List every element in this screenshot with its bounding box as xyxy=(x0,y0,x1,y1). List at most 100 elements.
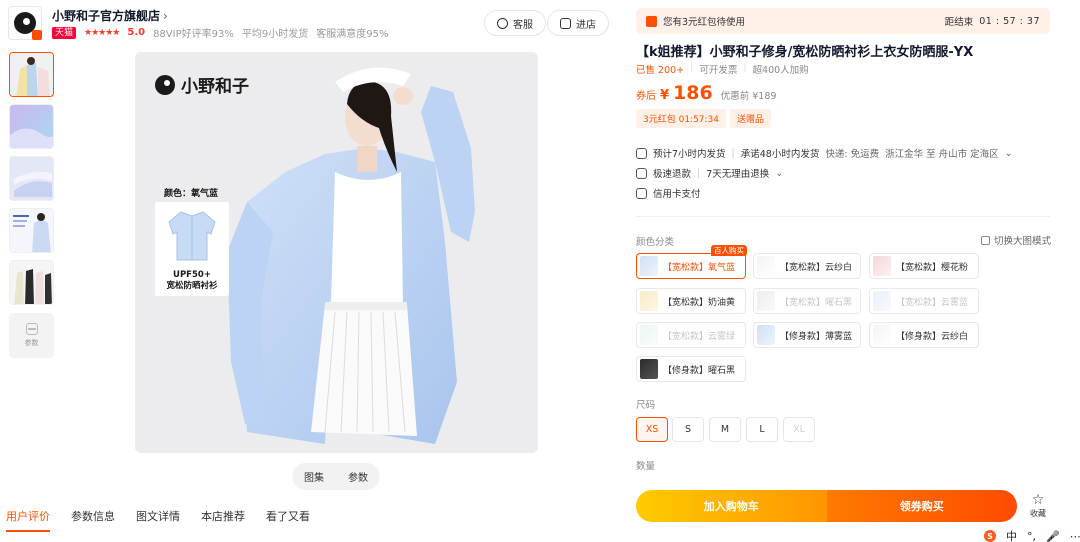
nav-also-viewed[interactable]: 看了又看 xyxy=(266,508,310,532)
nav-details[interactable]: 图文详情 xyxy=(136,508,180,532)
color-option-label: 【宽松款】樱花粉 xyxy=(896,262,969,273)
color-option-label: 【宽松款】云雾蓝 xyxy=(896,297,969,308)
favorites-count: 超400人加购 xyxy=(752,65,809,76)
buy-now-button[interactable]: 领券购买 xyxy=(826,490,1017,522)
hot-tag: 百人购买 xyxy=(711,245,747,256)
thumbnail-5-image xyxy=(10,261,53,304)
color-swatch xyxy=(757,325,775,345)
size-option[interactable]: XL xyxy=(783,417,815,442)
tab-gallery[interactable]: 图集 xyxy=(304,469,324,484)
thumbnail-5[interactable] xyxy=(9,260,54,305)
star-icon: ☆ xyxy=(1031,492,1045,508)
color-option-label: 【修身款】曜石黑 xyxy=(663,365,736,376)
size-section-label: 尺码 xyxy=(636,400,656,411)
brand-logo: 小野和子 xyxy=(155,72,249,97)
size-option[interactable]: XS xyxy=(636,417,668,442)
product-title: 【k姐推荐】小野和子修身/宽松防晒衬衫上衣女防晒服-YX xyxy=(636,45,974,60)
thumbnail-params[interactable]: 参数 xyxy=(9,313,54,358)
sold-count: 已售 200+ xyxy=(636,65,685,76)
customer-service-label: 客服 xyxy=(513,19,533,31)
color-option[interactable]: 【宽松款】奶油黄 xyxy=(636,288,746,314)
store-meta: 天猫 ★★★★★ 5.0 88VIP好评率93% 平均9小时发货 客服满意度95… xyxy=(52,25,388,40)
thumbnail-2-image xyxy=(10,105,53,148)
coupon-bar[interactable]: 您有3元红包待使用 距结束 01 : 57 : 37 xyxy=(636,8,1050,34)
chevron-down-icon: ⌄ xyxy=(1004,147,1013,159)
color-option[interactable]: 【宽松款】云纱白 xyxy=(753,253,861,279)
thumbnail-4[interactable] xyxy=(9,208,54,253)
color-option-label: 【宽松款】云雾绿 xyxy=(663,331,736,342)
thumbnail-3[interactable] xyxy=(9,156,54,201)
color-option[interactable]: 【宽松款】云雾蓝 xyxy=(869,288,979,314)
color-swatch xyxy=(873,325,891,345)
sogou-icon[interactable]: S xyxy=(984,530,996,542)
rating-stars-icon: ★★★★★ xyxy=(84,27,120,38)
gallery-mode-toggle[interactable]: 切换大图模式 xyxy=(981,233,1051,247)
color-option[interactable]: 【修身款】曜石黑 xyxy=(636,356,746,382)
thumbnail-1[interactable] xyxy=(9,52,54,97)
coupon-deadline-label: 距结束 xyxy=(944,17,974,28)
grid-icon xyxy=(981,235,990,245)
store-name-link[interactable]: 小野和子官方旗舰店 › xyxy=(52,7,168,24)
refund-icon xyxy=(636,167,647,179)
ship-estimate: 预计7小时内发货 xyxy=(653,149,726,160)
tab-params[interactable]: 参数 xyxy=(348,469,368,484)
currency-symbol: ¥ xyxy=(660,88,670,103)
main-product-image[interactable]: 小野和子 颜色：氧气蓝 UPF50+ 宽松防晒衬衫 xyxy=(135,52,538,453)
color-swatch xyxy=(873,291,891,311)
current-price: 186 xyxy=(673,82,713,104)
promo-gift[interactable]: 送赠品 xyxy=(730,109,772,128)
enter-store-button[interactable]: 进店 xyxy=(547,10,609,36)
color-option[interactable]: 【修身款】薄雾蓝 xyxy=(753,322,861,348)
color-option-label: 【修身款】薄雾蓝 xyxy=(780,331,853,342)
shipping-row[interactable]: 预计7小时内发货 | 承诺48小时内发货 快递: 免运费 浙江金华 至 舟山市 … xyxy=(636,146,1013,160)
system-tray: S 中 °, 🎤 ⋯ xyxy=(984,528,1080,542)
inset-caption-line1: UPF50+ xyxy=(173,270,211,280)
refund-divider: | xyxy=(697,167,701,179)
store-stat-satisfaction: 客服满意度95% xyxy=(316,29,389,40)
store-logo[interactable] xyxy=(8,6,42,40)
color-option[interactable]: 【宽松款】樱花粉 xyxy=(869,253,979,279)
more-icon[interactable]: ⋯ xyxy=(1070,530,1080,542)
credit-card-icon xyxy=(636,187,647,199)
customer-service-button[interactable]: 客服 xyxy=(484,10,546,36)
ime-indicator[interactable]: 中 xyxy=(1006,528,1017,542)
favorite-button[interactable]: ☆ 收藏 xyxy=(1025,493,1051,519)
thumbnail-2[interactable] xyxy=(9,104,54,149)
nav-store-recommend[interactable]: 本店推荐 xyxy=(201,508,245,532)
refund-row[interactable]: 极速退款 | 7天无理由退换 ⌄ xyxy=(636,166,783,180)
color-swatch xyxy=(757,291,775,311)
color-swatch xyxy=(757,256,775,276)
color-option[interactable]: 【宽松款】氧气蓝 百人购买 xyxy=(636,245,747,279)
size-option[interactable]: L xyxy=(746,417,778,442)
coupon-timer: 01 : 57 : 37 xyxy=(979,15,1040,27)
add-to-cart-button[interactable]: 加入购物车 xyxy=(636,490,827,522)
enter-store-label: 进店 xyxy=(576,19,596,31)
size-option[interactable]: M xyxy=(709,417,741,442)
coupon-text: 您有3元红包待使用 xyxy=(663,17,746,28)
divider xyxy=(636,216,1050,217)
store-logo-badge xyxy=(32,30,42,40)
size-option[interactable]: S xyxy=(672,417,704,442)
promo-red-packet[interactable]: 3元红包 01:57:34 xyxy=(636,109,727,128)
price-row: 券后 ¥ 186 优惠前 ¥189 xyxy=(636,82,776,104)
color-option[interactable]: 【修身款】云纱白 xyxy=(869,322,979,348)
refund-fast: 极速退款 xyxy=(653,169,692,180)
punctuation-icon[interactable]: °, xyxy=(1027,530,1036,542)
ship-route: 浙江金华 至 舟山市 定海区 xyxy=(885,149,999,160)
color-option[interactable]: 【宽松款】曜石黑 xyxy=(753,288,861,314)
store-name: 小野和子官方旗舰店 xyxy=(52,9,161,23)
detail-nav: 用户评价 参数信息 图文详情 本店推荐 看了又看 xyxy=(0,508,325,532)
nav-params[interactable]: 参数信息 xyxy=(71,508,115,532)
color-option-label: 【修身款】云纱白 xyxy=(896,331,969,342)
shirt-icon xyxy=(168,211,216,261)
color-swatch xyxy=(873,256,891,276)
store-stat-positive: 88VIP好评率93% xyxy=(153,29,234,40)
microphone-icon[interactable]: 🎤 xyxy=(1046,530,1060,542)
payment-credit: 信用卡支付 xyxy=(653,189,701,200)
color-option-label: 【宽松款】氧气蓝 xyxy=(663,262,736,273)
quantity-label: 数量 xyxy=(636,461,656,472)
gallery-mode-label: 切换大图模式 xyxy=(994,236,1052,247)
store-stat-shipping: 平均9小时发货 xyxy=(241,29,309,40)
color-option[interactable]: 【宽松款】云雾绿 xyxy=(636,322,746,348)
nav-reviews[interactable]: 用户评价 xyxy=(6,508,50,532)
